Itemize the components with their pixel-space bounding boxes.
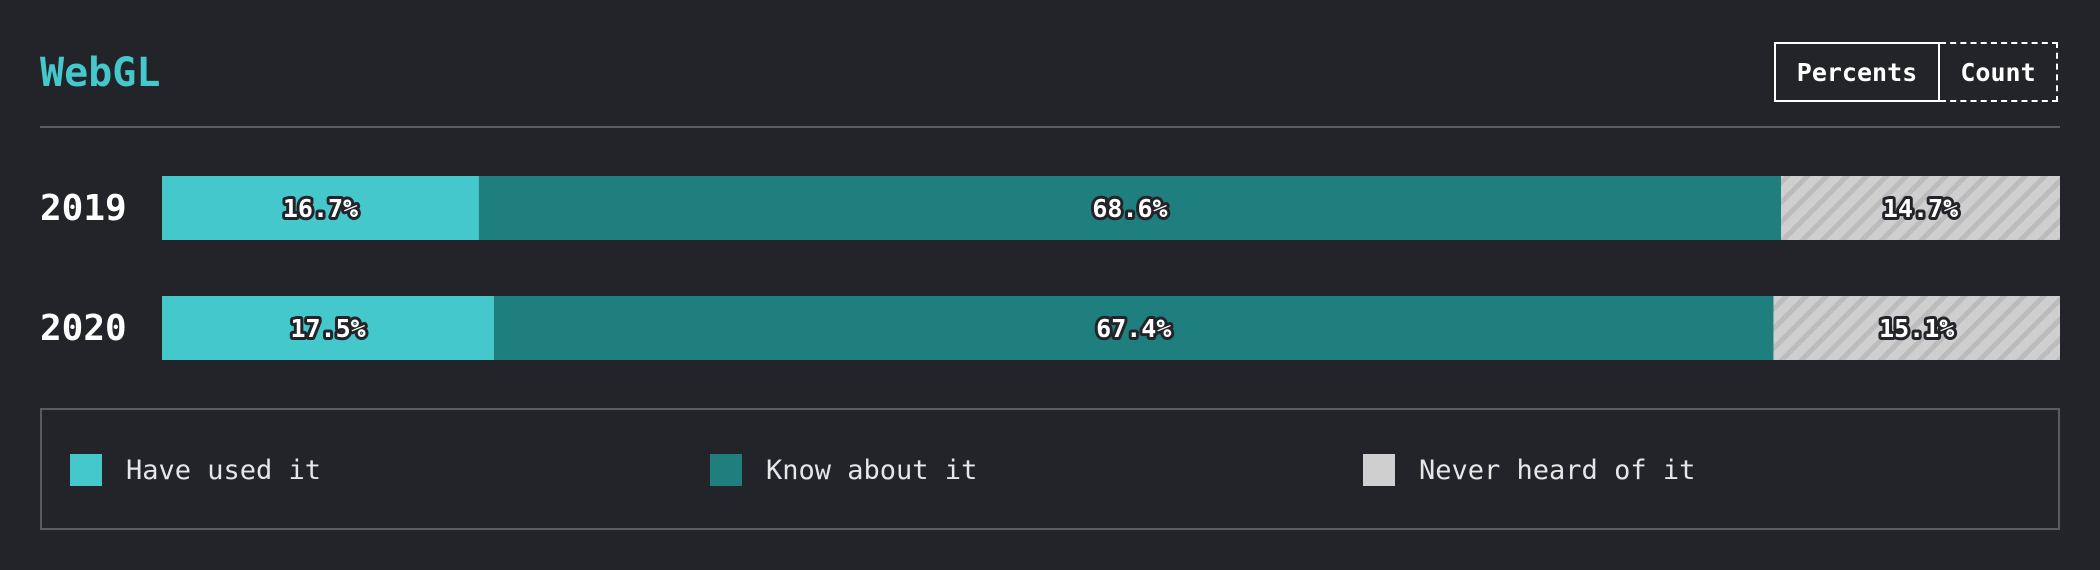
row-label-2019: 2019 xyxy=(40,188,127,229)
chart-page: WebGL Percents Count 2019 16.7% 68.6% 14.7%… xyxy=(0,0,2100,570)
legend-swatch-have-used xyxy=(70,454,102,486)
data-label-have-used-it-2020: 17.5% xyxy=(290,314,365,343)
legend-label-know-about: Know about it xyxy=(766,454,978,486)
row-label-2020: 2020 xyxy=(40,308,127,349)
data-label-know-about-it-2020: 67.4% xyxy=(1096,314,1171,343)
legend-swatch-know-about xyxy=(710,454,742,486)
legend-item-have-used[interactable]: Have used it xyxy=(70,454,321,486)
legend-label-have-used: Have used it xyxy=(126,454,322,486)
data-label-know-about-it-2019: 68.6% xyxy=(1092,194,1167,223)
legend: Have used it Know about it Never heard o… xyxy=(40,408,2060,530)
data-label-never-heard-of-it-2020: 15.1% xyxy=(1879,314,1954,343)
data-label-have-used-it-2019: 16.7% xyxy=(283,194,358,223)
legend-label-never-heard: Never heard of it xyxy=(1419,454,1696,486)
legend-item-never-heard[interactable]: Never heard of it xyxy=(1363,454,1695,486)
legend-item-know-about[interactable]: Know about it xyxy=(710,454,977,486)
legend-swatch-never-heard xyxy=(1363,454,1395,486)
stacked-bar-chart: 2019 16.7% 68.6% 14.7% 2020 17.5% 67.4% 15.1% xyxy=(40,176,2060,360)
data-label-never-heard-of-it-2019: 14.7% xyxy=(1883,194,1958,223)
